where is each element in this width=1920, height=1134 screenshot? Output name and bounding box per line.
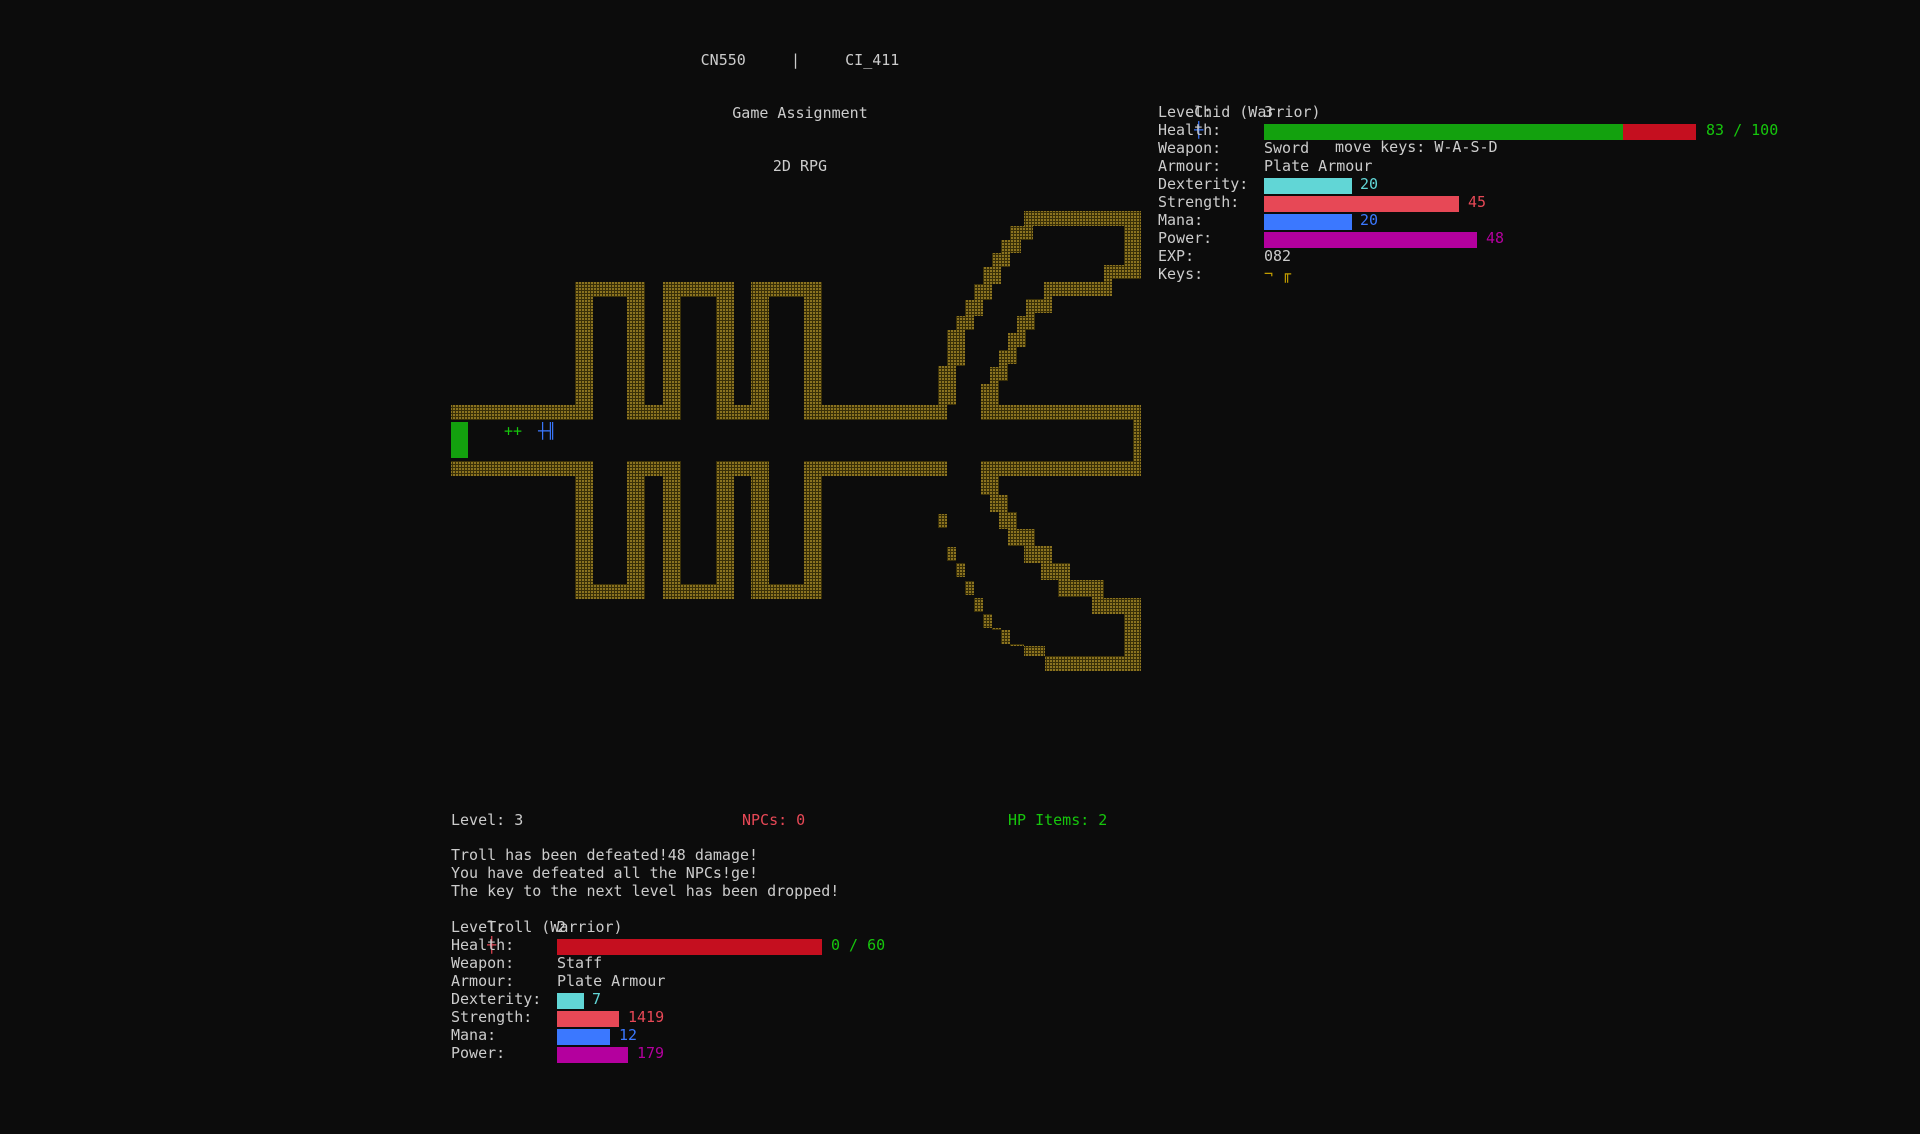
wall — [627, 405, 667, 420]
wall — [822, 461, 947, 476]
wall — [716, 461, 754, 476]
enemy-health-row: Health: 0 / 60 — [451, 936, 885, 955]
wall — [1124, 211, 1141, 279]
wall — [716, 282, 734, 420]
wall — [929, 476, 1045, 656]
enemy-weapon-label: Weapon: — [451, 954, 515, 972]
enemy-power-bar — [557, 1047, 628, 1063]
enemy-health-missing — [557, 939, 822, 955]
wall — [451, 461, 586, 476]
enemy-dexterity-label: Dexterity: — [451, 990, 542, 1008]
wall — [981, 461, 1141, 476]
log-line: Troll has been defeated!48 damage! — [451, 846, 759, 864]
wall — [716, 405, 754, 420]
enemy-name: Troll (Warrior) — [487, 917, 623, 936]
player-character: ┼╢ — [538, 422, 557, 440]
enemy-dexterity-row: Dexterity: 7 — [451, 990, 601, 1009]
enemy-mana-label: Mana: — [451, 1026, 497, 1044]
wall — [981, 265, 1124, 405]
enemy-dexterity-bar — [557, 993, 584, 1009]
enemy-weapon-row: Weapon: Staff — [451, 954, 602, 973]
wall — [451, 405, 586, 420]
enemy-power-value: 179 — [637, 1044, 665, 1062]
enemy-level-label: Level: — [451, 918, 506, 936]
wall — [575, 461, 593, 599]
hp-items-counter: HP Items: 2 — [1008, 811, 1108, 830]
npc-counter: NPCs: 0 — [742, 811, 806, 830]
enemy-mana-bar — [557, 1029, 610, 1045]
enemy-health-text: 0 / 60 — [831, 936, 886, 954]
enemy-level-row: Level: 2 — [451, 918, 566, 937]
enemy-power-row: Power: 179 — [451, 1044, 664, 1063]
enemy-strength-row: Strength: 1419 — [451, 1008, 664, 1027]
enemy-power-label: Power: — [451, 1044, 506, 1062]
enemy-health-bar — [557, 939, 822, 955]
enemy-strength-value: 1419 — [628, 1008, 665, 1026]
enemy-strength-label: Strength: — [451, 1008, 533, 1026]
wall — [663, 282, 681, 420]
enemy-armour-label: Armour: — [451, 972, 515, 990]
level-indicator: Level: 3 — [451, 811, 524, 830]
enemy-level: 2 — [557, 918, 567, 936]
wall — [751, 461, 769, 599]
wall — [804, 282, 822, 420]
wall — [627, 282, 645, 420]
wall — [751, 282, 769, 420]
enemy-name-row: Troll (Warrior) ┼ — [451, 901, 622, 954]
log-line: The key to the next level has been dropp… — [451, 882, 840, 900]
enemy-strength-bar — [557, 1011, 619, 1027]
hp-item-pickups: ++ — [504, 422, 523, 440]
wall — [627, 461, 667, 476]
exit-door — [451, 422, 468, 458]
npc-counter-text: NPCs: 0 — [742, 811, 806, 829]
enemy-armour-row: Armour: Plate Armour — [451, 972, 665, 991]
enemy-health-label: Health: — [451, 936, 515, 954]
enemy-mana-value: 12 — [619, 1026, 638, 1044]
log-line: You have defeated all the NPCs!ge! — [451, 864, 759, 882]
enemy-armour: Plate Armour — [557, 972, 666, 990]
enemy-weapon: Staff — [557, 954, 603, 972]
wall — [804, 461, 822, 599]
enemy-dexterity-value: 7 — [592, 990, 602, 1008]
maze-walls — [451, 211, 1141, 671]
level-indicator-text: Level: 3 — [451, 811, 524, 829]
hp-items-counter-text: HP Items: 2 — [1008, 811, 1108, 829]
wall — [663, 461, 681, 599]
wall — [1124, 598, 1141, 671]
wall — [627, 461, 645, 599]
wall — [822, 405, 947, 420]
wall — [575, 282, 593, 420]
wall — [981, 405, 1141, 420]
wall — [716, 461, 734, 599]
dungeon-map — [451, 211, 1141, 671]
wall — [981, 476, 1124, 614]
enemy-mana-row: Mana: 12 — [451, 1026, 637, 1045]
